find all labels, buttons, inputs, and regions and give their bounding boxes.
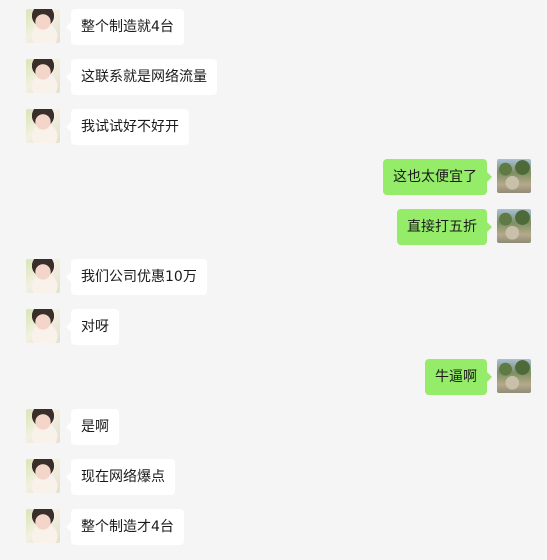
message-row-incoming: 我们公司优惠10万: [26, 259, 246, 295]
contact-avatar[interactable]: [26, 409, 60, 443]
contact-avatar[interactable]: [26, 309, 60, 343]
self-avatar[interactable]: [497, 159, 531, 193]
self-avatar[interactable]: [497, 209, 531, 243]
message-row-incoming: 这联系就是网络流量: [26, 59, 246, 95]
message-bubble-outgoing[interactable]: 牛逼啊: [425, 359, 492, 395]
message-row-outgoing: 牛逼啊: [331, 359, 531, 395]
message-bubble-incoming[interactable]: 我试试好不好开: [66, 109, 189, 145]
message-row-outgoing: 这也太便宜了: [331, 159, 531, 195]
contact-avatar[interactable]: [26, 109, 60, 143]
message-row-incoming: 是啊: [26, 409, 246, 445]
message-bubble-incoming[interactable]: 现在网络爆点: [66, 459, 175, 495]
message-bubble-outgoing[interactable]: 这也太便宜了: [383, 159, 492, 195]
message-bubble-incoming[interactable]: 是啊: [66, 409, 119, 445]
message-bubble-incoming[interactable]: 整个制造才4台: [66, 509, 184, 545]
contact-avatar[interactable]: [26, 9, 60, 43]
message-bubble-incoming[interactable]: 这联系就是网络流量: [66, 59, 217, 95]
message-bubble-incoming[interactable]: 我们公司优惠10万: [66, 259, 207, 295]
chat-message-list: 整个制造就4台 这联系就是网络流量 我试试好不好开 这也太便宜了 直接打五折 我…: [0, 0, 547, 560]
message-row-outgoing: 直接打五折: [331, 209, 531, 245]
message-bubble-incoming[interactable]: 对呀: [66, 309, 119, 345]
message-row-incoming: 对呀: [26, 309, 246, 345]
message-bubble-outgoing[interactable]: 直接打五折: [397, 209, 492, 245]
contact-avatar[interactable]: [26, 509, 60, 543]
contact-avatar[interactable]: [26, 59, 60, 93]
message-row-incoming: 我试试好不好开: [26, 109, 246, 145]
message-row-incoming: 整个制造才4台: [26, 509, 246, 545]
contact-avatar[interactable]: [26, 259, 60, 293]
contact-avatar[interactable]: [26, 459, 60, 493]
message-row-incoming: 现在网络爆点: [26, 459, 246, 495]
self-avatar[interactable]: [497, 359, 531, 393]
message-bubble-incoming[interactable]: 整个制造就4台: [66, 9, 184, 45]
message-row-incoming: 整个制造就4台: [26, 9, 246, 45]
